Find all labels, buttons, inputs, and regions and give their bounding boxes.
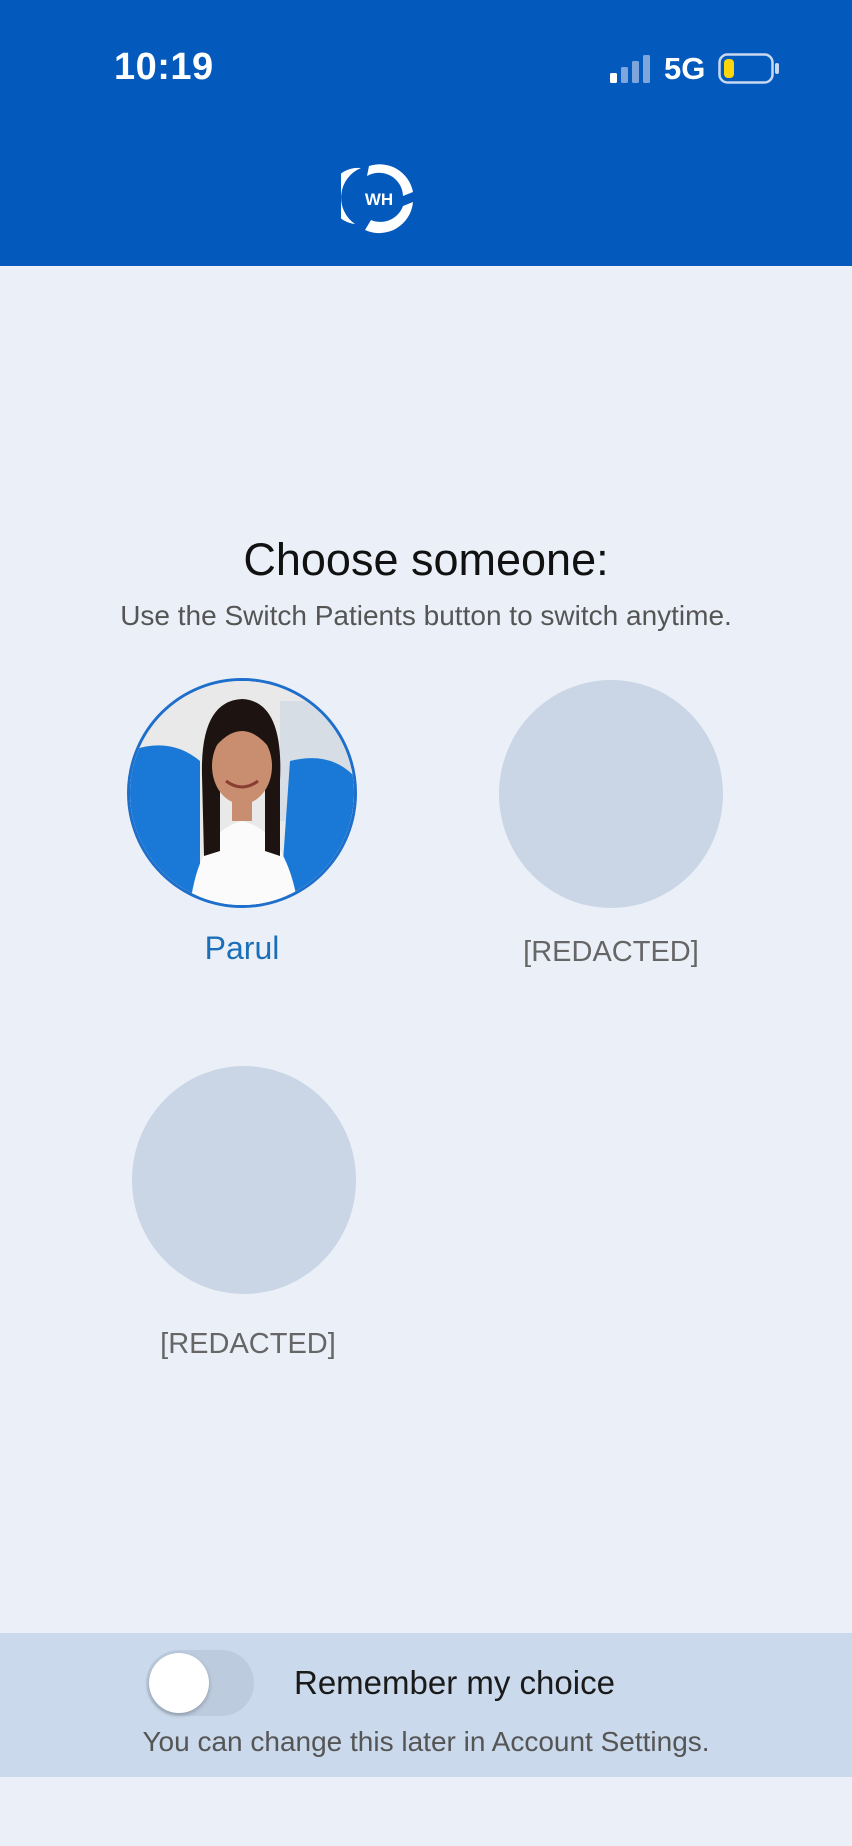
- patient-photo: [130, 681, 354, 905]
- patient-name-redacted[interactable]: [REDACTED]: [461, 936, 761, 969]
- remember-choice-label: Remember my choice: [294, 1664, 615, 1701]
- patient-avatar-parul[interactable]: [127, 678, 357, 908]
- remember-choice-toggle[interactable]: [146, 1650, 254, 1716]
- account-settings-note: You can change this later in Account Set…: [142, 1726, 710, 1757]
- page-title: Choose someone:: [243, 534, 609, 585]
- network-type: 5G: [664, 51, 706, 86]
- page-subtitle: Use the Switch Patients button to switch…: [120, 600, 732, 631]
- patient-avatar-placeholder[interactable]: [132, 1066, 356, 1294]
- battery-icon: [718, 53, 779, 84]
- logo-text: WH: [365, 190, 393, 209]
- patient-name-redacted[interactable]: [REDACTED]: [98, 1328, 398, 1361]
- patient-avatar-placeholder[interactable]: [499, 680, 723, 908]
- status-time: 10:19: [114, 46, 214, 88]
- app-header: 10:19 5G WH: [0, 0, 852, 266]
- patient-name-parul[interactable]: Parul: [92, 930, 392, 967]
- toggle-knob: [149, 1653, 209, 1713]
- cellular-signal-icon: [610, 55, 650, 83]
- wh-logo-icon: WH: [341, 164, 413, 234]
